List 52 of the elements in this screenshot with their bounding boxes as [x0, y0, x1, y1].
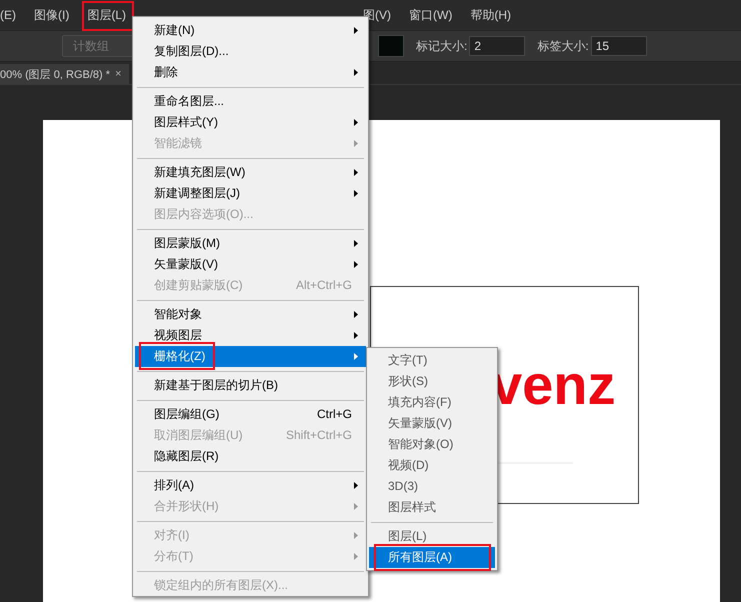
submenu-arrow-icon: [354, 532, 358, 539]
color-swatch[interactable]: [378, 35, 404, 57]
submenu-arrow-icon: [354, 69, 358, 76]
submenu-arrow-icon: [354, 140, 358, 147]
menu-title[interactable]: 帮助(H): [461, 2, 520, 28]
submenu-arrow-icon: [354, 482, 358, 489]
marker-size-label: 标记大小:: [416, 38, 468, 54]
menu-item[interactable]: 图层(L): [369, 526, 495, 547]
menu-item[interactable]: 新建填充图层(W): [135, 162, 366, 183]
shortcut-label: Alt+Ctrl+G: [296, 277, 352, 294]
menu-title[interactable]: 图像(I): [25, 2, 78, 28]
menu-item[interactable]: 智能对象(O): [369, 434, 495, 455]
menu-item[interactable]: 复制图层(D)...: [135, 41, 366, 62]
shortcut-label: Ctrl+G: [316, 406, 352, 423]
close-icon[interactable]: ×: [115, 68, 122, 80]
submenu-arrow-icon: [354, 119, 358, 126]
menu-item[interactable]: 图层编组(G) Ctrl+G: [135, 404, 366, 425]
menu-item[interactable]: 智能对象: [135, 304, 366, 325]
menu-item[interactable]: 矢量蒙版(V): [135, 254, 366, 275]
menu-item[interactable]: 重命名图层...: [135, 91, 366, 112]
menu-item[interactable]: 图层样式: [369, 497, 495, 518]
submenu-arrow-icon: [354, 332, 358, 339]
menu-item[interactable]: 删除: [135, 62, 366, 83]
document-title: 00% (图层 0, RGB/8) *: [0, 68, 110, 82]
menu-item[interactable]: 隐藏图层(R): [135, 446, 366, 467]
label-size-field[interactable]: 15: [590, 36, 647, 56]
menu-item[interactable]: 3D(3): [369, 476, 495, 497]
submenu-arrow-icon: [354, 27, 358, 34]
menu-item[interactable]: 排列(A): [135, 475, 366, 496]
menu-item[interactable]: 新建调整图层(J): [135, 183, 366, 204]
marker-size-field[interactable]: 2: [469, 36, 526, 56]
submenu-arrow-icon: [354, 190, 358, 197]
menu-item[interactable]: 视频(D): [369, 455, 495, 476]
menu-item[interactable]: 图层样式(Y): [135, 112, 366, 133]
submenu-arrow-icon: [354, 553, 358, 560]
menu-title[interactable]: 窗口(W): [400, 2, 462, 28]
menu-item[interactable]: 图层蒙版(M): [135, 233, 366, 254]
submenu-arrow-icon: [354, 240, 358, 247]
menu-item[interactable]: 矢量蒙版(V): [369, 413, 495, 434]
submenu-arrow-icon: [354, 311, 358, 318]
shortcut-label: Shift+Ctrl+G: [286, 427, 352, 444]
menu-item[interactable]: 所有图层(A): [369, 547, 495, 568]
menu-item[interactable]: 视频图层: [135, 325, 366, 346]
submenu-arrow-icon: [354, 503, 358, 510]
label-size-label: 标签大小:: [537, 38, 589, 54]
submenu-arrow-icon: [354, 353, 358, 360]
document-tab[interactable]: 00% (图层 0, RGB/8) * ×: [0, 64, 130, 84]
menu-title[interactable]: (E): [0, 2, 25, 28]
submenu-arrow-icon: [354, 169, 358, 176]
submenu-arrow-icon: [354, 261, 358, 268]
menu-item[interactable]: 新建基于图层的切片(B): [135, 375, 366, 396]
menu-item[interactable]: 新建(N): [135, 20, 366, 41]
